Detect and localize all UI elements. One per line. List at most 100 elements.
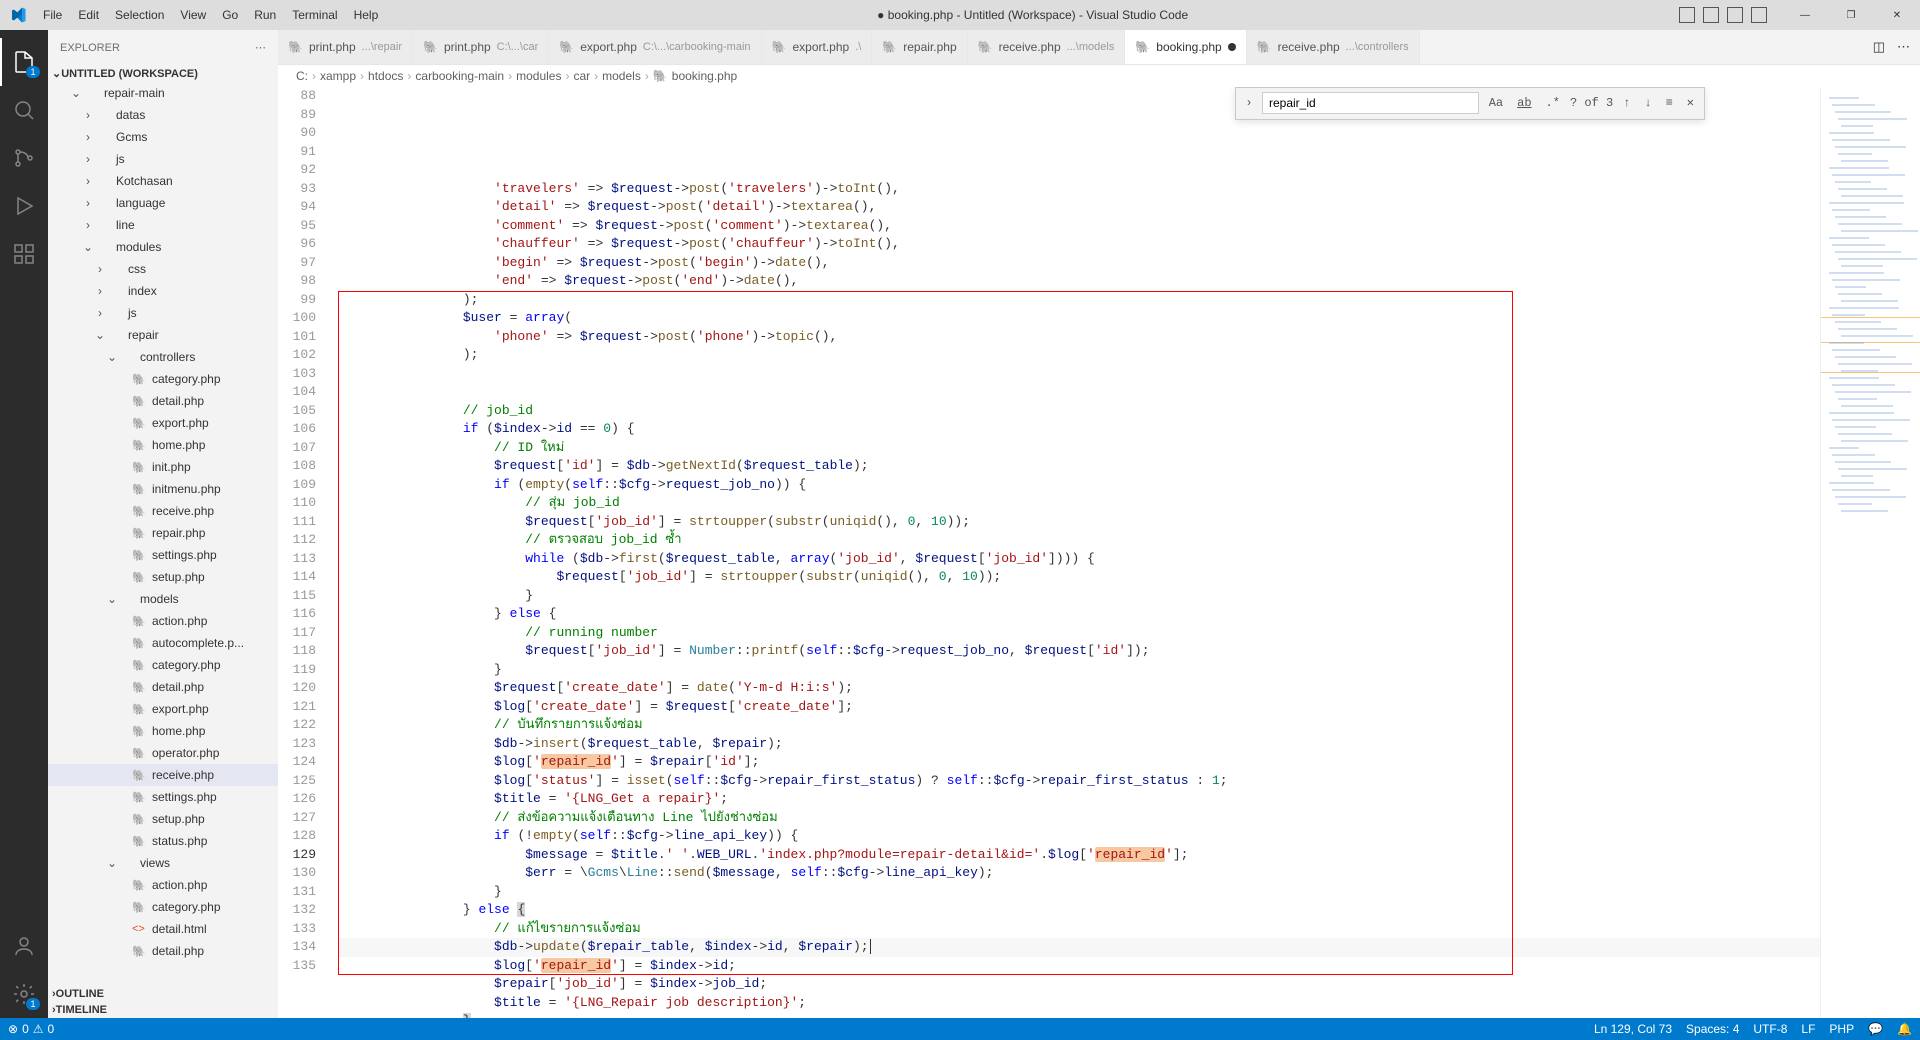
tree-item[interactable]: 🐘detail.php xyxy=(48,390,278,412)
tree-item[interactable]: ⌄controllers xyxy=(48,346,278,368)
tree-item[interactable]: 🐘category.php xyxy=(48,896,278,918)
prev-match-icon[interactable]: ↑ xyxy=(1619,92,1634,115)
editor-tab[interactable]: 🐘export.phpC:\...\carbooking-main xyxy=(549,30,761,64)
tree-item[interactable]: ⌄views xyxy=(48,852,278,874)
breadcrumb-segment[interactable]: htdocs xyxy=(368,69,403,83)
split-editor-icon[interactable]: ◫ xyxy=(1873,39,1885,55)
menu-run[interactable]: Run xyxy=(246,8,284,22)
breadcrumb-segment[interactable]: modules xyxy=(516,69,561,83)
tree-item[interactable]: 🐘repair.php xyxy=(48,522,278,544)
status-encoding[interactable]: UTF-8 xyxy=(1753,1022,1787,1036)
maximize-button[interactable]: ❐ xyxy=(1828,0,1874,30)
tree-item[interactable]: 🐘detail.php xyxy=(48,676,278,698)
regex-icon[interactable]: .* xyxy=(1542,92,1564,115)
editor-tab[interactable]: 🐘receive.php...\models xyxy=(968,30,1126,64)
notifications-icon[interactable]: 🔔 xyxy=(1897,1022,1912,1036)
next-match-icon[interactable]: ↓ xyxy=(1640,92,1655,115)
close-find-icon[interactable]: ✕ xyxy=(1683,92,1698,115)
workspace-section[interactable]: ⌄ UNTITLED (WORKSPACE) xyxy=(48,65,278,82)
search-icon[interactable] xyxy=(0,86,48,134)
tree-item[interactable]: ›language xyxy=(48,192,278,214)
code-editor[interactable]: › Aa ab .* ? of 3 ↑ ↓ ≡ ✕ 'travelers' =>… xyxy=(338,87,1820,1018)
tree-item[interactable]: 🐘setup.php xyxy=(48,566,278,588)
feedback-icon[interactable]: 💬 xyxy=(1868,1022,1883,1036)
tree-item[interactable]: ›js xyxy=(48,302,278,324)
tree-item[interactable]: 🐘settings.php xyxy=(48,544,278,566)
tree-item[interactable]: 🐘settings.php xyxy=(48,786,278,808)
tree-item[interactable]: 🐘receive.php xyxy=(48,764,278,786)
tree-item[interactable]: 🐘detail.php xyxy=(48,940,278,962)
editor-tab[interactable]: 🐘booking.php xyxy=(1125,30,1246,64)
expand-replace-icon[interactable]: › xyxy=(1242,94,1256,113)
menu-edit[interactable]: Edit xyxy=(70,8,107,22)
status-indent[interactable]: Spaces: 4 xyxy=(1686,1022,1739,1036)
status-errors[interactable]: ⊗ 0 ⚠ 0 xyxy=(8,1022,54,1036)
tree-item[interactable]: ⌄repair-main xyxy=(48,82,278,104)
run-debug-icon[interactable] xyxy=(0,182,48,230)
menu-selection[interactable]: Selection xyxy=(107,8,172,22)
menu-terminal[interactable]: Terminal xyxy=(284,8,345,22)
account-icon[interactable] xyxy=(0,922,48,970)
status-cursor-position[interactable]: Ln 129, Col 73 xyxy=(1594,1022,1672,1036)
file-tree[interactable]: ⌄repair-main›datas›Gcms›js›Kotchasan›lan… xyxy=(48,82,278,962)
tree-item[interactable]: ›line xyxy=(48,214,278,236)
tree-item[interactable]: ›js xyxy=(48,148,278,170)
close-button[interactable]: ✕ xyxy=(1874,0,1920,30)
status-eol[interactable]: LF xyxy=(1801,1022,1815,1036)
breadcrumb-segment[interactable]: car xyxy=(573,69,590,83)
tree-item[interactable]: 🐘init.php xyxy=(48,456,278,478)
menu-go[interactable]: Go xyxy=(214,8,246,22)
gear-icon[interactable]: 1 xyxy=(0,970,48,1018)
match-word-icon[interactable]: ab xyxy=(1513,92,1535,115)
breadcrumb[interactable]: C:›xampp›htdocs›carbooking-main›modules›… xyxy=(278,65,1920,87)
breadcrumb-segment[interactable]: carbooking-main xyxy=(415,69,504,83)
layout-controls[interactable] xyxy=(1679,7,1782,23)
tree-item[interactable]: ⌄models xyxy=(48,588,278,610)
breadcrumb-segment[interactable]: xampp xyxy=(320,69,356,83)
breadcrumb-segment[interactable]: booking.php xyxy=(672,69,737,83)
tree-item[interactable]: 🐘operator.php xyxy=(48,742,278,764)
menu-file[interactable]: File xyxy=(35,8,70,22)
menu-help[interactable]: Help xyxy=(346,8,387,22)
editor-tab[interactable]: 🐘repair.php xyxy=(872,30,967,64)
tree-item[interactable]: ›Gcms xyxy=(48,126,278,148)
tree-item[interactable]: ›css xyxy=(48,258,278,280)
editor-tab[interactable]: 🐘receive.php...\controllers xyxy=(1247,30,1420,64)
more-actions-icon[interactable]: ⋯ xyxy=(1897,39,1910,55)
search-input[interactable] xyxy=(1262,92,1479,114)
outline-section[interactable]: › OUTLINE xyxy=(48,986,278,1002)
source-control-icon[interactable] xyxy=(0,134,48,182)
tree-item[interactable]: ›index xyxy=(48,280,278,302)
minimap[interactable] xyxy=(1820,87,1920,1018)
explorer-icon[interactable]: 1 xyxy=(0,38,48,86)
find-in-selection-icon[interactable]: ≡ xyxy=(1662,92,1677,115)
status-language[interactable]: PHP xyxy=(1829,1022,1854,1036)
tree-item[interactable]: ⌄repair xyxy=(48,324,278,346)
minimize-button[interactable]: ― xyxy=(1782,0,1828,30)
tree-item[interactable]: 🐘category.php xyxy=(48,368,278,390)
tree-item[interactable]: 🐘export.php xyxy=(48,698,278,720)
tree-item[interactable]: 🐘category.php xyxy=(48,654,278,676)
tree-item[interactable]: 🐘home.php xyxy=(48,434,278,456)
tree-item[interactable]: ⌄modules xyxy=(48,236,278,258)
tree-item[interactable]: 🐘action.php xyxy=(48,610,278,632)
tree-item[interactable]: 🐘export.php xyxy=(48,412,278,434)
extensions-icon[interactable] xyxy=(0,230,48,278)
tree-item[interactable]: 🐘status.php xyxy=(48,830,278,852)
tree-item[interactable]: <>detail.html xyxy=(48,918,278,940)
tree-item[interactable]: 🐘autocomplete.p... xyxy=(48,632,278,654)
sidebar-more-icon[interactable]: ⋯ xyxy=(255,41,266,54)
tree-item[interactable]: 🐘home.php xyxy=(48,720,278,742)
tree-item[interactable]: ›datas xyxy=(48,104,278,126)
tree-item[interactable]: 🐘setup.php xyxy=(48,808,278,830)
editor-tab[interactable]: 🐘export.php.\ xyxy=(762,30,873,64)
match-case-icon[interactable]: Aa xyxy=(1485,92,1507,115)
timeline-section[interactable]: › TIMELINE xyxy=(48,1002,278,1018)
tree-item[interactable]: 🐘action.php xyxy=(48,874,278,896)
tree-item[interactable]: 🐘initmenu.php xyxy=(48,478,278,500)
breadcrumb-segment[interactable]: C: xyxy=(296,69,308,83)
editor-tab[interactable]: 🐘print.phpC:\...\car xyxy=(413,30,549,64)
tree-item[interactable]: ›Kotchasan xyxy=(48,170,278,192)
tree-item[interactable]: 🐘receive.php xyxy=(48,500,278,522)
menu-view[interactable]: View xyxy=(172,8,214,22)
